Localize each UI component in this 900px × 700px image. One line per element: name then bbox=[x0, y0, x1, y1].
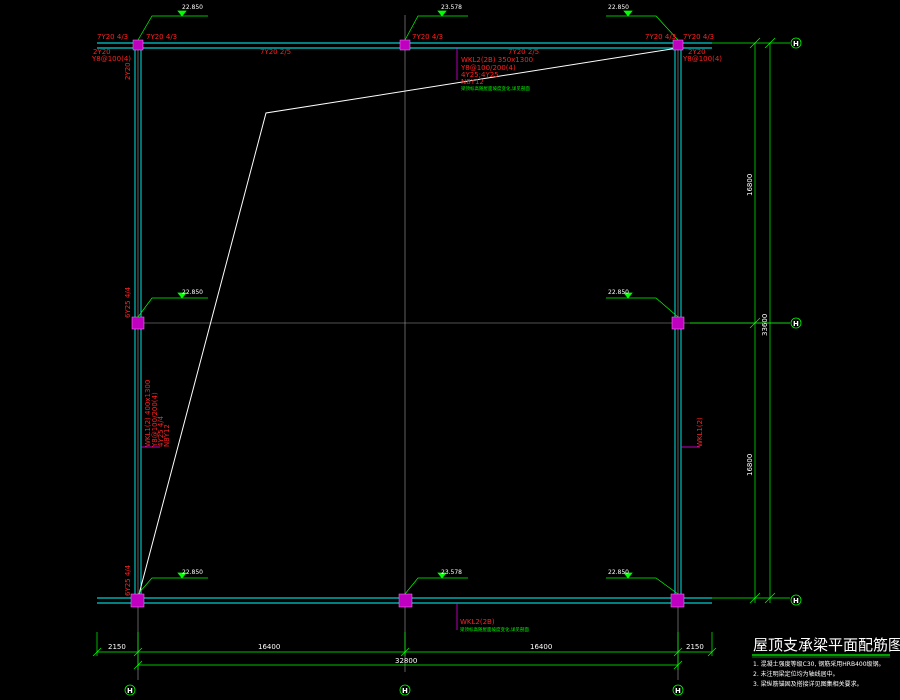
dim-bottom-seg-4: 2150 bbox=[686, 643, 704, 651]
column-mid-left bbox=[131, 316, 145, 330]
column-bot-right bbox=[670, 593, 685, 608]
columns bbox=[130, 39, 685, 608]
elevation-top-right: 22.850 bbox=[608, 4, 629, 11]
grid-lines bbox=[137, 15, 790, 680]
dim-right-lower: 16800 bbox=[746, 454, 754, 476]
beam-label-wkl2-note: 梁顶标高随屋面坡度变化,详见剖面 bbox=[461, 85, 530, 92]
beam-label-top-right-b: 7Y20 4/3 bbox=[683, 33, 714, 41]
beam-label-bot-wkl2-note: 梁顶标高随屋面坡度变化,详见剖面 bbox=[460, 626, 529, 633]
beam-label-bot-wkl2: WKL2(2B) bbox=[460, 618, 495, 626]
beam-label-top-left-d: Y8@100(4) bbox=[91, 55, 131, 63]
drawing-note-2: 2. 未注明梁定位均为轴线居中。 bbox=[753, 670, 839, 678]
elevation-top-mid: 23.578 bbox=[441, 4, 462, 11]
dim-right-total: 33600 bbox=[761, 314, 769, 336]
dim-bottom-seg-2: 16400 bbox=[258, 643, 280, 651]
beam-label-left-upper: 6Y25 4/4 bbox=[124, 286, 132, 318]
elevation-mid-left: 22.850 bbox=[182, 289, 203, 296]
right-dimension bbox=[690, 37, 790, 604]
beam-label-left-lower: 6Y25 4/4 bbox=[124, 564, 132, 596]
beam-label-top-right-mid: 7Y20 2/5 bbox=[508, 48, 539, 56]
column-top-left bbox=[132, 39, 144, 51]
column-top-mid bbox=[399, 39, 411, 51]
dim-bottom-seg-3: 16400 bbox=[530, 643, 552, 651]
elevation-top-left: 22.850 bbox=[182, 4, 203, 11]
beam-label-wkl1-c: N8Y12 bbox=[163, 424, 171, 447]
elevation-leaders bbox=[137, 10, 679, 595]
drawing-title: 屋顶支承梁平面配筋图 bbox=[753, 636, 900, 654]
elevation-bot-mid: 23.578 bbox=[441, 569, 462, 576]
drawing-note-1: 1. 混凝土强度等级C30, 钢筋采用HRB400级钢。 bbox=[753, 660, 885, 668]
elevation-mid-right: 22.850 bbox=[608, 289, 629, 296]
column-mid-right bbox=[671, 316, 685, 330]
axis-label-right-mid: H bbox=[793, 320, 799, 328]
structural-drawing-canvas: 22.850 23.578 22.850 22.850 22.850 22.85… bbox=[91, 4, 900, 696]
column-bot-mid bbox=[398, 593, 413, 608]
axis-label-bot-left: H bbox=[127, 687, 133, 695]
column-top-right bbox=[672, 39, 684, 51]
beam-label-top-mid-b: 7Y20 4/3 bbox=[412, 33, 443, 41]
beam-label-wkl2-name: WKL2(2B) 350x1300 bbox=[461, 56, 533, 64]
elevation-bot-left: 22.850 bbox=[182, 569, 203, 576]
beam-label-top-mid-a: 7Y20 2/5 bbox=[260, 48, 291, 56]
axis-label-right-bot: H bbox=[793, 597, 799, 605]
beam-label-top-right-a: 7Y20 4/3 bbox=[645, 33, 676, 41]
axis-label-bot-right: H bbox=[675, 687, 681, 695]
beam-label-left-top-vertical: 2Y20 bbox=[124, 62, 132, 80]
elevation-bot-right: 22.850 bbox=[608, 569, 629, 576]
beam-label-right-wkl1: WKL1(2) bbox=[696, 417, 704, 447]
column-bot-left bbox=[130, 593, 145, 608]
axis-label-right-top: H bbox=[793, 40, 799, 48]
axis-label-bot-mid: H bbox=[402, 687, 408, 695]
dim-bottom-seg-1: 2150 bbox=[108, 643, 126, 651]
beam-label-top-left-a: 7Y20 4/3 bbox=[97, 33, 128, 41]
drawing-note-3: 3. 梁纵筋锚固及搭接详见图集相关要求。 bbox=[753, 680, 863, 688]
dim-bottom-total: 32800 bbox=[395, 657, 417, 665]
beam-label-top-right-d: Y8@100(4) bbox=[682, 55, 722, 63]
beam-label-top-left-b: 7Y20 4/3 bbox=[146, 33, 177, 41]
beam-label-wkl2-c: N8Y12 bbox=[461, 78, 484, 86]
dim-right-upper: 16800 bbox=[746, 174, 754, 196]
